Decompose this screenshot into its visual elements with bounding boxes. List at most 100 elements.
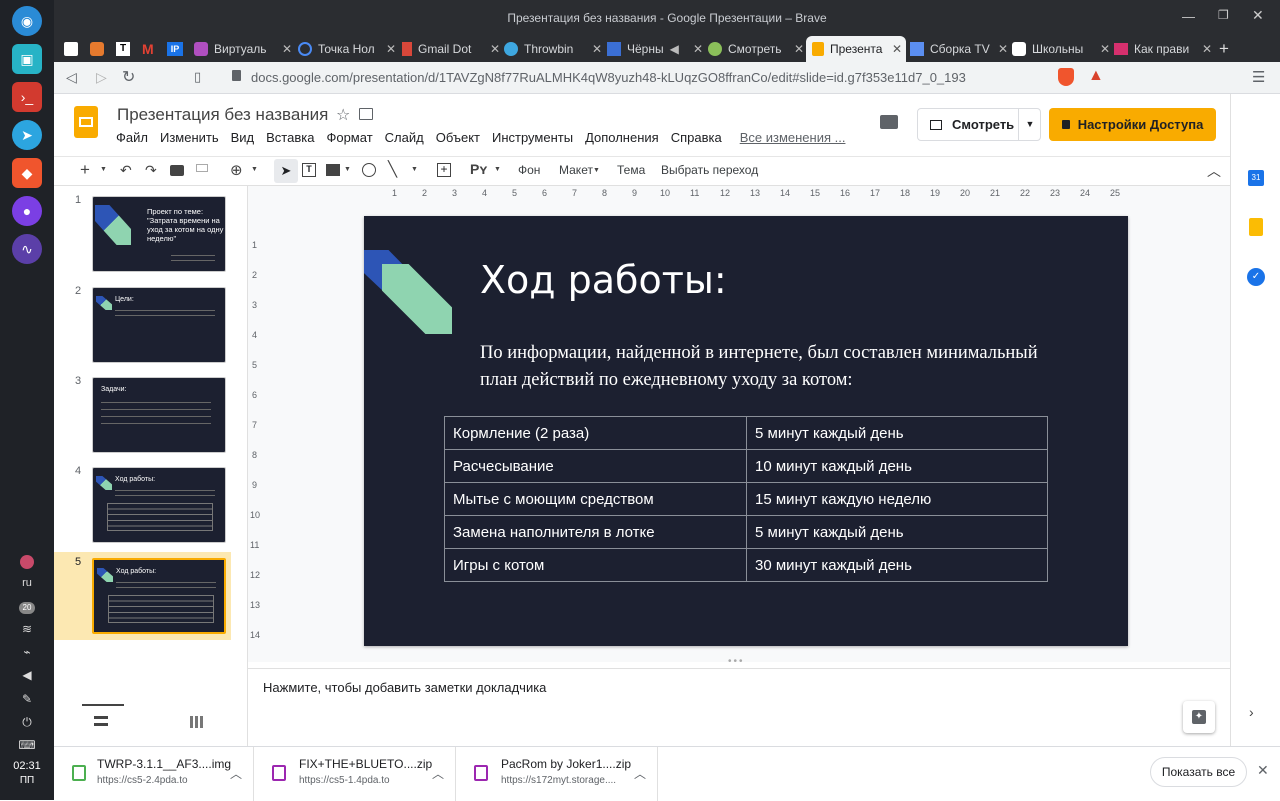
back-icon[interactable]: ◁ bbox=[66, 69, 77, 86]
tab-tochka[interactable]: Точка Нол ✕ bbox=[298, 36, 396, 62]
forward-icon[interactable]: ▷ bbox=[96, 69, 107, 86]
power-icon[interactable]: ⏻ bbox=[0, 715, 54, 730]
present-dropdown-icon[interactable]: ▼ bbox=[1018, 109, 1041, 140]
tab-close-icon[interactable]: ✕ bbox=[386, 42, 396, 56]
keyboard-icon[interactable]: ⌨ bbox=[0, 738, 54, 752]
pinned-tab-icon[interactable]: IP bbox=[167, 42, 183, 56]
tab-virtual[interactable]: Виртуаль ✕ bbox=[194, 36, 292, 62]
tab-shkolny[interactable]: Школьны ✕ bbox=[1012, 36, 1110, 62]
undo-icon[interactable]: ↶ bbox=[120, 162, 132, 179]
tab-presentation-active[interactable]: Презента ✕ bbox=[806, 36, 906, 62]
tray-app-icon[interactable] bbox=[20, 555, 34, 569]
slide-thumbnail-2[interactable]: Цели: bbox=[92, 287, 226, 363]
brave-rewards-icon[interactable]: ▲ bbox=[1088, 67, 1104, 85]
input-tools-dropdown-icon[interactable]: ▼ bbox=[494, 166, 501, 173]
new-slide-dropdown-icon[interactable]: ▼ bbox=[100, 166, 107, 173]
table-cell-task[interactable]: Замена наполнителя в лотке bbox=[444, 515, 747, 549]
speaker-notes-input[interactable]: Нажмите, чтобы добавить заметки докладчи… bbox=[263, 680, 546, 695]
calendar-icon[interactable]: 31 bbox=[1248, 170, 1264, 186]
minimize-icon[interactable]: — bbox=[1182, 9, 1195, 24]
theme-button[interactable]: Тема bbox=[617, 163, 645, 177]
layout-dropdown-icon[interactable]: ▼ bbox=[593, 167, 600, 174]
current-slide[interactable]: Ход работы: По информации, найденной в и… bbox=[364, 216, 1128, 646]
table-cell-time[interactable]: 15 минут каждую неделю bbox=[746, 482, 1048, 516]
new-tab-icon[interactable]: + bbox=[1219, 39, 1229, 59]
table-cell-time[interactable]: 5 минут каждый день bbox=[746, 416, 1048, 450]
tab-kak-pravi[interactable]: Как прави ✕ bbox=[1114, 36, 1212, 62]
share-button[interactable]: Настройки Доступа bbox=[1049, 108, 1216, 141]
pen-icon[interactable]: ✎ bbox=[0, 692, 54, 706]
menu-view[interactable]: Вид bbox=[231, 130, 255, 145]
menu-edit[interactable]: Изменить bbox=[160, 130, 219, 145]
insert-comment-icon[interactable]: + bbox=[437, 163, 451, 177]
tab-close-icon[interactable]: ✕ bbox=[1100, 42, 1110, 56]
menu-insert[interactable]: Вставка bbox=[266, 130, 314, 145]
slide-thumbnail-1[interactable]: Проект по теме: "Затрата времени на уход… bbox=[92, 196, 226, 272]
tab-close-icon[interactable]: ✕ bbox=[1202, 42, 1212, 56]
new-slide-icon[interactable]: + bbox=[80, 160, 90, 180]
monitor-icon[interactable]: ∿ bbox=[12, 234, 42, 264]
menu-format[interactable]: Формат bbox=[326, 130, 372, 145]
os-menu-icon[interactable]: ◉ bbox=[12, 6, 42, 36]
text-box-icon[interactable]: T bbox=[302, 163, 316, 177]
grid-view-icon[interactable] bbox=[190, 716, 204, 728]
tab-sborka[interactable]: Сборка TV ✕ bbox=[910, 36, 1008, 62]
tab-cherny[interactable]: Чёрны ◀ ✕ bbox=[607, 36, 703, 62]
slide-thumbnail-3[interactable]: Задачи: bbox=[92, 377, 226, 453]
tab-close-icon[interactable]: ✕ bbox=[892, 42, 902, 56]
shape-icon[interactable] bbox=[362, 163, 376, 177]
menu-addons[interactable]: Дополнения bbox=[585, 130, 659, 145]
table-cell-task[interactable]: Кормление (2 раза) bbox=[444, 416, 747, 450]
tab-close-icon[interactable]: ✕ bbox=[693, 42, 703, 56]
redo-icon[interactable]: ↷ bbox=[145, 162, 157, 179]
all-changes-link[interactable]: Все изменения ... bbox=[740, 130, 846, 145]
line-dropdown-icon[interactable]: ▼ bbox=[411, 166, 418, 173]
transition-button[interactable]: Выбрать переход bbox=[661, 163, 758, 177]
download-item[interactable]: PacRom by Joker1....zip https://s172myt.… bbox=[458, 747, 658, 801]
table-cell-time[interactable]: 10 минут каждый день bbox=[746, 449, 1048, 483]
expand-panel-icon[interactable]: › bbox=[1249, 704, 1254, 720]
slide-thumbnail-4[interactable]: Ход работы: bbox=[92, 467, 226, 543]
keep-icon[interactable] bbox=[1249, 218, 1263, 236]
slide-body-text[interactable]: По информации, найденной в интернете, бы… bbox=[480, 340, 1070, 394]
input-tools-icon[interactable]: Pʏ bbox=[470, 161, 487, 177]
select-tool-icon[interactable]: ➤ bbox=[274, 159, 298, 183]
maximize-icon[interactable]: ❐ bbox=[1218, 8, 1229, 22]
line-icon[interactable]: ╲ bbox=[388, 160, 397, 178]
tab-close-icon[interactable]: ✕ bbox=[998, 42, 1008, 56]
tab-throwbin[interactable]: Throwbin ✕ bbox=[504, 36, 602, 62]
tab-close-icon[interactable]: ✕ bbox=[282, 42, 292, 56]
table-cell-time[interactable]: 5 минут каждый день bbox=[746, 515, 1048, 549]
collapse-toolbar-icon[interactable]: ︿ bbox=[1207, 161, 1221, 181]
close-icon[interactable]: ✕ bbox=[1252, 7, 1264, 24]
download-item[interactable]: TWRP-3.1.1__AF3....img https://cs5-2.4pd… bbox=[54, 747, 254, 801]
table-cell-time[interactable]: 30 минут каждый день bbox=[746, 548, 1048, 582]
bookmark-icon[interactable]: ▯ bbox=[194, 69, 201, 85]
filmstrip-view-icon[interactable] bbox=[94, 716, 108, 726]
brave-shield-icon[interactable] bbox=[1058, 68, 1074, 86]
tab-close-icon[interactable]: ✕ bbox=[794, 42, 804, 56]
tab-gmail-dot[interactable]: Gmail Dot ✕ bbox=[402, 36, 500, 62]
browser-menu-icon[interactable]: ☰ bbox=[1252, 68, 1265, 86]
print-icon[interactable] bbox=[170, 165, 184, 176]
tray-lang[interactable]: ru bbox=[0, 577, 54, 589]
telegram-icon[interactable]: ➤ bbox=[12, 120, 42, 150]
layout-button[interactable]: Макет bbox=[559, 163, 593, 177]
menu-object[interactable]: Объект bbox=[436, 130, 480, 145]
download-options-icon[interactable]: ︿ bbox=[432, 765, 444, 782]
firefox-icon[interactable]: ● bbox=[12, 196, 42, 226]
volume-icon[interactable]: ◀ bbox=[0, 668, 54, 682]
slide-title[interactable]: Ход работы: bbox=[480, 258, 727, 302]
download-item[interactable]: FIX+THE+BLUETO....zip https://cs5-1.4pda… bbox=[256, 747, 456, 801]
zoom-icon[interactable]: ⊕ bbox=[230, 161, 243, 179]
reload-icon[interactable]: ↻ bbox=[122, 67, 135, 87]
table-cell-task[interactable]: Игры с котом bbox=[444, 548, 747, 582]
comments-icon[interactable] bbox=[880, 115, 898, 129]
close-downloads-icon[interactable]: ✕ bbox=[1257, 762, 1269, 779]
pinned-tab-icon[interactable]: T bbox=[116, 42, 130, 56]
image-icon[interactable] bbox=[326, 164, 340, 176]
file-manager-icon[interactable]: ▣ bbox=[12, 44, 42, 74]
menu-file[interactable]: Файл bbox=[116, 130, 148, 145]
notes-resize-handle[interactable]: ••• bbox=[728, 656, 745, 667]
tab-smotret[interactable]: Смотреть ✕ bbox=[708, 36, 804, 62]
